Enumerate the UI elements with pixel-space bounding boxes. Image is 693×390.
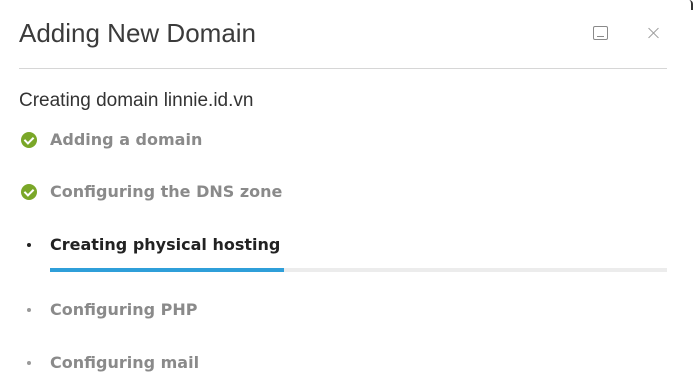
- step-progress-fill: [50, 268, 285, 272]
- step-progress-bar: [50, 268, 667, 272]
- step-adding-domain: Adding a domain: [21, 129, 202, 151]
- step-label: Configuring the DNS zone: [50, 182, 283, 201]
- add-domain-dialog: Adding New Domain Creating domain linnie…: [0, 0, 693, 390]
- check-circle-icon: [21, 132, 37, 148]
- step-label: Adding a domain: [50, 130, 203, 149]
- bullet-icon: [21, 237, 37, 253]
- step-creating-hosting: Creating physical hosting: [21, 234, 280, 256]
- window-corner: [689, 0, 693, 10]
- step-label: Configuring PHP: [50, 300, 198, 319]
- dialog-header: Adding New Domain: [19, 0, 667, 69]
- step-configuring-mail: Configuring mail: [21, 352, 199, 374]
- check-circle-icon: [21, 184, 37, 200]
- step-label: Configuring mail: [50, 353, 200, 372]
- progress-subtitle: Creating domain linnie.id.vn: [19, 90, 254, 111]
- step-label: Creating physical hosting: [50, 235, 281, 254]
- step-configuring-php: Configuring PHP: [21, 299, 197, 321]
- bullet-icon: [21, 355, 37, 371]
- minimize-button[interactable]: [589, 22, 611, 44]
- close-button[interactable]: [643, 22, 665, 44]
- minimize-icon: [592, 26, 608, 40]
- bullet-icon: [21, 302, 37, 318]
- close-icon: [648, 27, 660, 39]
- step-configuring-dns: Configuring the DNS zone: [21, 181, 282, 203]
- dialog-title: Adding New Domain: [19, 18, 257, 48]
